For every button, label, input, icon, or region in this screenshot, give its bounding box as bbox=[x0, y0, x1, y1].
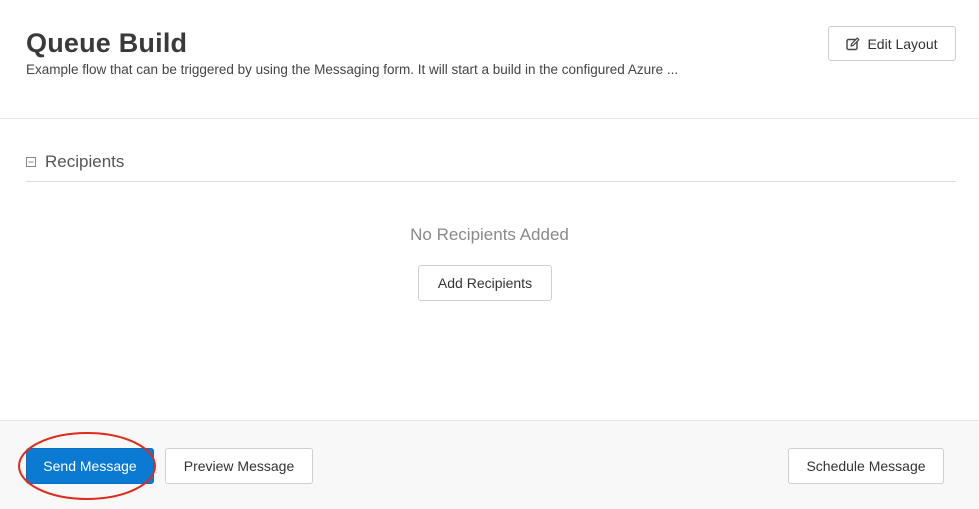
page-title: Queue Build bbox=[26, 28, 188, 58]
page-description: Example flow that can be triggered by us… bbox=[26, 62, 679, 77]
recipients-section-title: Recipients bbox=[45, 152, 125, 171]
preview-message-button[interactable]: Preview Message bbox=[165, 448, 313, 484]
highlight-ellipse bbox=[18, 432, 156, 500]
page-header: Queue Build Example flow that can be tri… bbox=[0, 0, 979, 119]
recipients-section-header[interactable]: Recipients bbox=[26, 150, 956, 182]
messaging-page: Queue Build Example flow that can be tri… bbox=[0, 0, 979, 509]
add-recipients-button[interactable]: Add Recipients bbox=[418, 265, 552, 301]
collapse-icon[interactable] bbox=[26, 157, 36, 167]
edit-layout-button[interactable]: Edit Layout bbox=[828, 26, 956, 61]
schedule-message-button[interactable]: Schedule Message bbox=[788, 448, 944, 484]
edit-layout-label: Edit Layout bbox=[867, 35, 938, 52]
edit-icon bbox=[846, 37, 860, 50]
empty-recipients-message: No Recipients Added bbox=[410, 225, 569, 244]
